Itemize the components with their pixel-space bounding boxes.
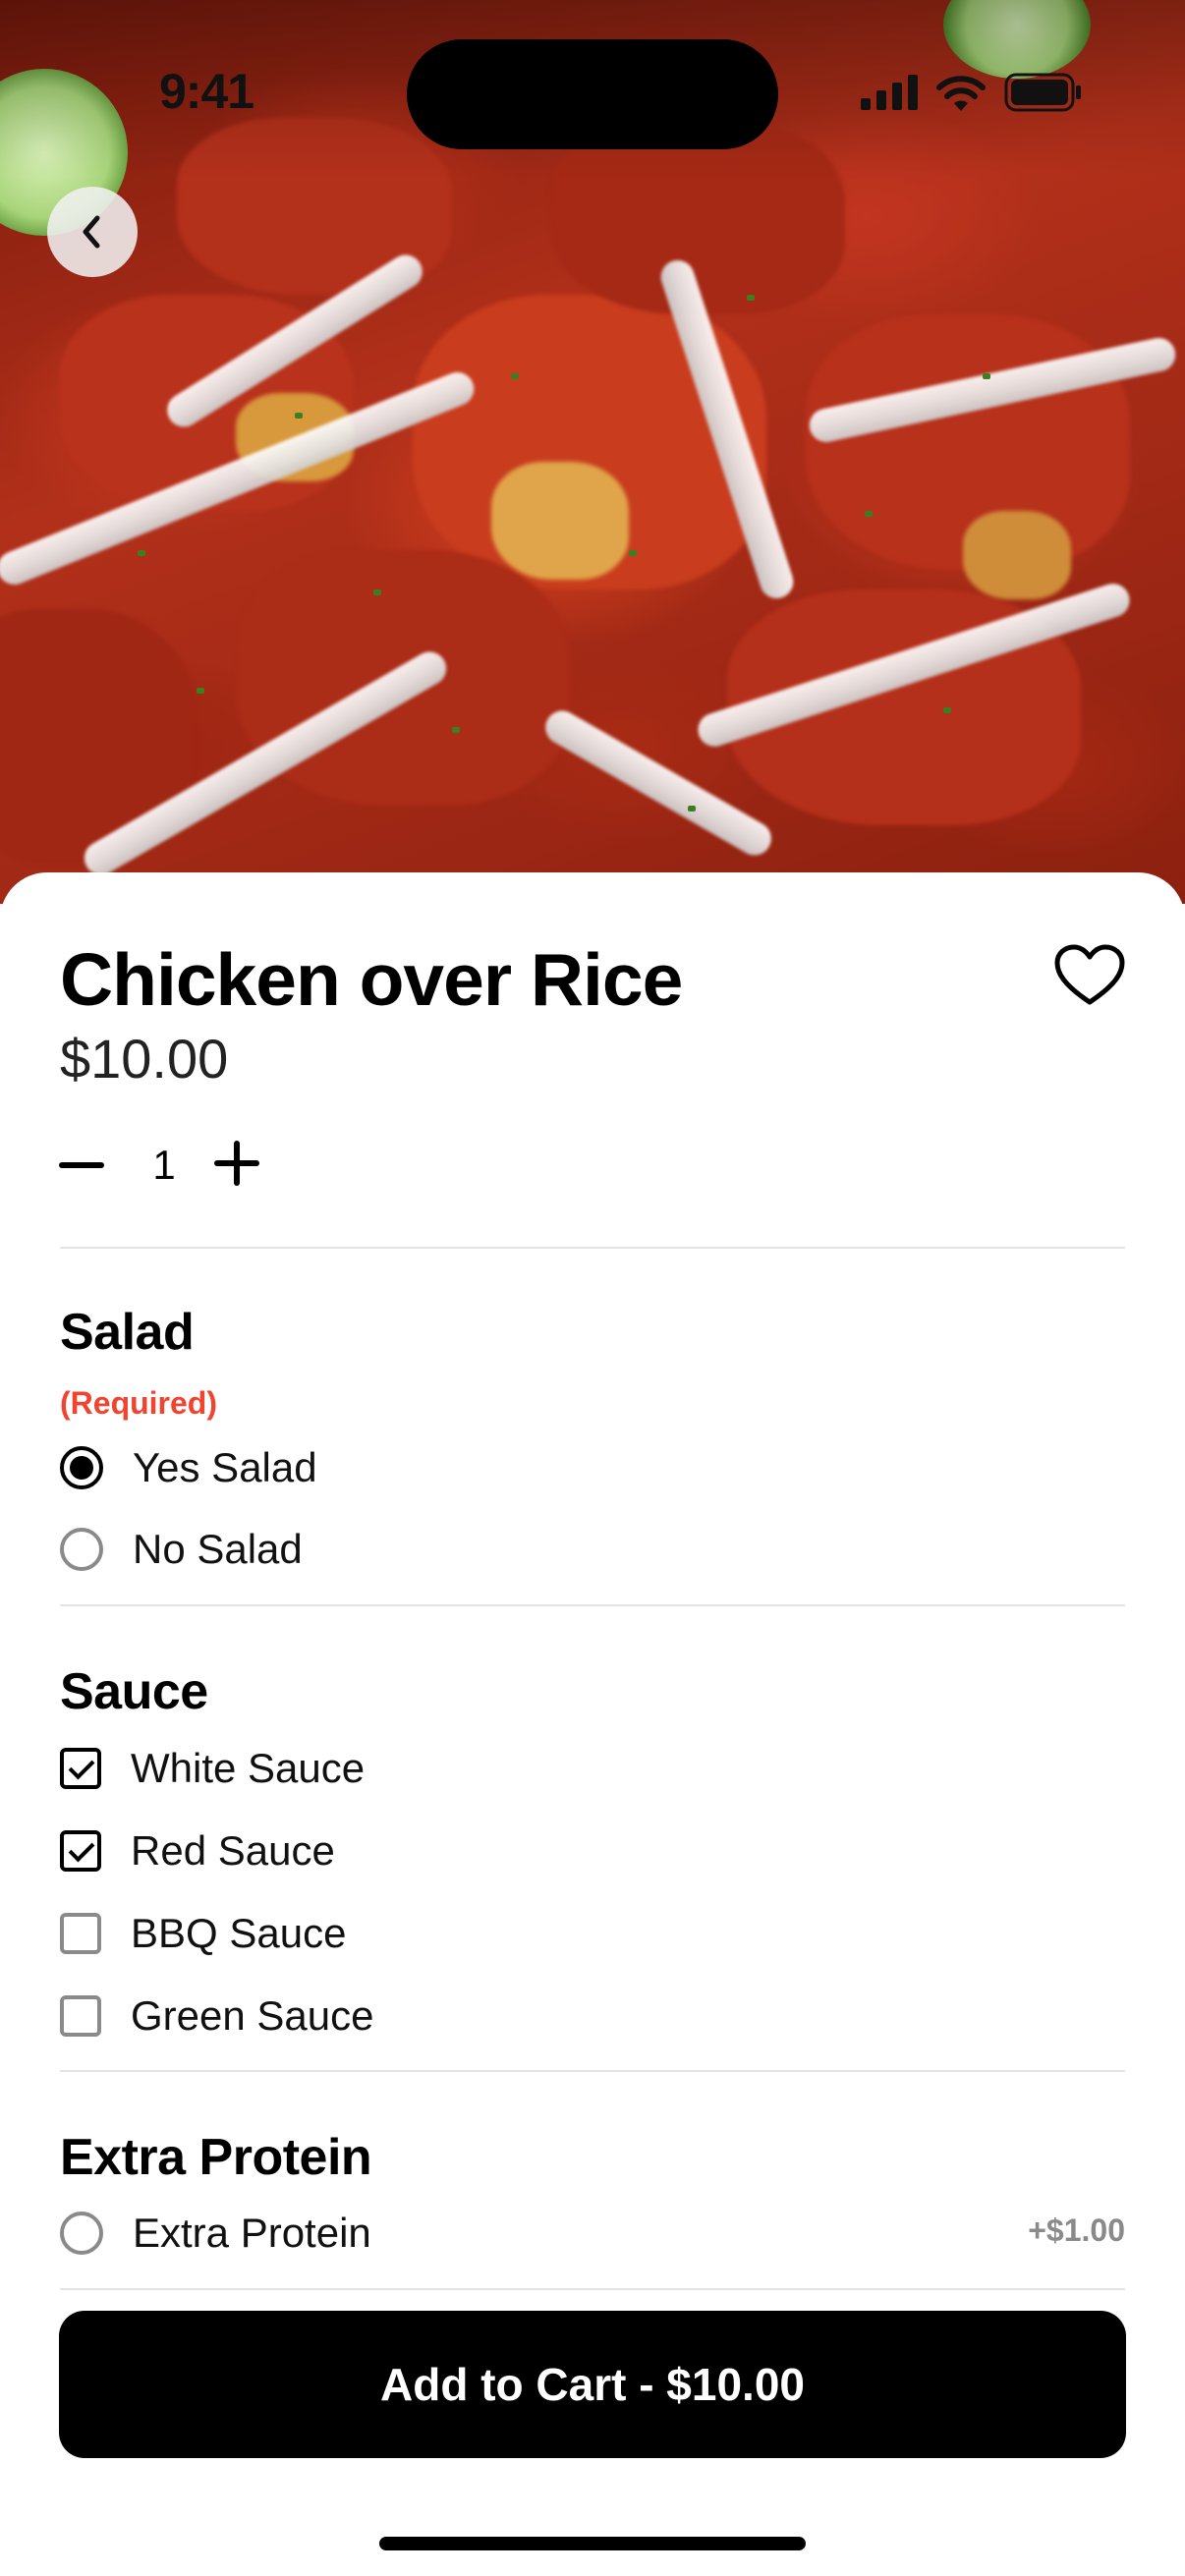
status-time: 9:41 bbox=[159, 64, 254, 119]
status-icons bbox=[861, 73, 1083, 112]
home-indicator[interactable] bbox=[379, 2537, 806, 2550]
option-label: Yes Salad bbox=[133, 1444, 317, 1490]
option-label: BBQ Sauce bbox=[131, 1910, 347, 1956]
option-bbq-sauce[interactable]: BBQ Sauce bbox=[60, 1904, 346, 1963]
option-red-sauce[interactable]: Red Sauce bbox=[60, 1821, 335, 1880]
divider bbox=[60, 1604, 1125, 1606]
sauce-section-title: Sauce bbox=[60, 1663, 208, 1720]
radio-selected[interactable] bbox=[60, 1446, 103, 1489]
option-no-salad[interactable]: No Salad bbox=[60, 1520, 303, 1579]
option-yes-salad[interactable]: Yes Salad bbox=[60, 1438, 317, 1497]
product-price: $10.00 bbox=[60, 1028, 229, 1090]
checkbox-unchecked[interactable] bbox=[60, 1913, 101, 1954]
divider bbox=[60, 2288, 1125, 2290]
option-label: White Sauce bbox=[131, 1745, 366, 1791]
wifi-icon bbox=[936, 76, 986, 111]
option-label: No Salad bbox=[133, 1526, 303, 1572]
checkbox-unchecked[interactable] bbox=[60, 1995, 101, 2037]
option-green-sauce[interactable]: Green Sauce bbox=[60, 1987, 374, 2045]
option-price: +$1.00 bbox=[1028, 2212, 1125, 2248]
radio-unselected[interactable] bbox=[60, 1528, 103, 1571]
add-to-cart-button[interactable]: Add to Cart - $10.00 bbox=[59, 2311, 1126, 2458]
heart-icon[interactable] bbox=[1053, 943, 1126, 1008]
option-white-sauce[interactable]: White Sauce bbox=[60, 1739, 365, 1798]
product-title: Chicken over Rice bbox=[60, 938, 683, 1021]
back-button[interactable] bbox=[47, 187, 138, 277]
quantity-decrement-button[interactable] bbox=[59, 1140, 114, 1191]
extra-protein-section-title: Extra Protein bbox=[60, 2129, 372, 2186]
salad-section-title: Salad bbox=[60, 1304, 195, 1361]
required-label: (Required) bbox=[60, 1385, 217, 1421]
option-label: Green Sauce bbox=[131, 1992, 374, 2039]
option-label: Red Sauce bbox=[131, 1827, 335, 1874]
radio-unselected[interactable] bbox=[60, 2212, 103, 2255]
minus-icon bbox=[59, 1162, 104, 1168]
quantity-increment-button[interactable] bbox=[212, 1138, 263, 1189]
chevron-left-icon bbox=[83, 215, 100, 249]
divider bbox=[60, 2070, 1125, 2072]
cellular-signal-icon bbox=[861, 75, 918, 110]
option-label: Extra Protein bbox=[133, 2210, 371, 2256]
quantity-value: 1 bbox=[152, 1142, 176, 1188]
checkbox-checked[interactable] bbox=[60, 1748, 101, 1789]
battery-icon bbox=[1004, 73, 1081, 112]
divider bbox=[60, 1247, 1125, 1249]
dynamic-island bbox=[407, 39, 778, 149]
checkbox-checked[interactable] bbox=[60, 1830, 101, 1872]
option-extra-protein[interactable]: Extra Protein bbox=[60, 2204, 371, 2263]
